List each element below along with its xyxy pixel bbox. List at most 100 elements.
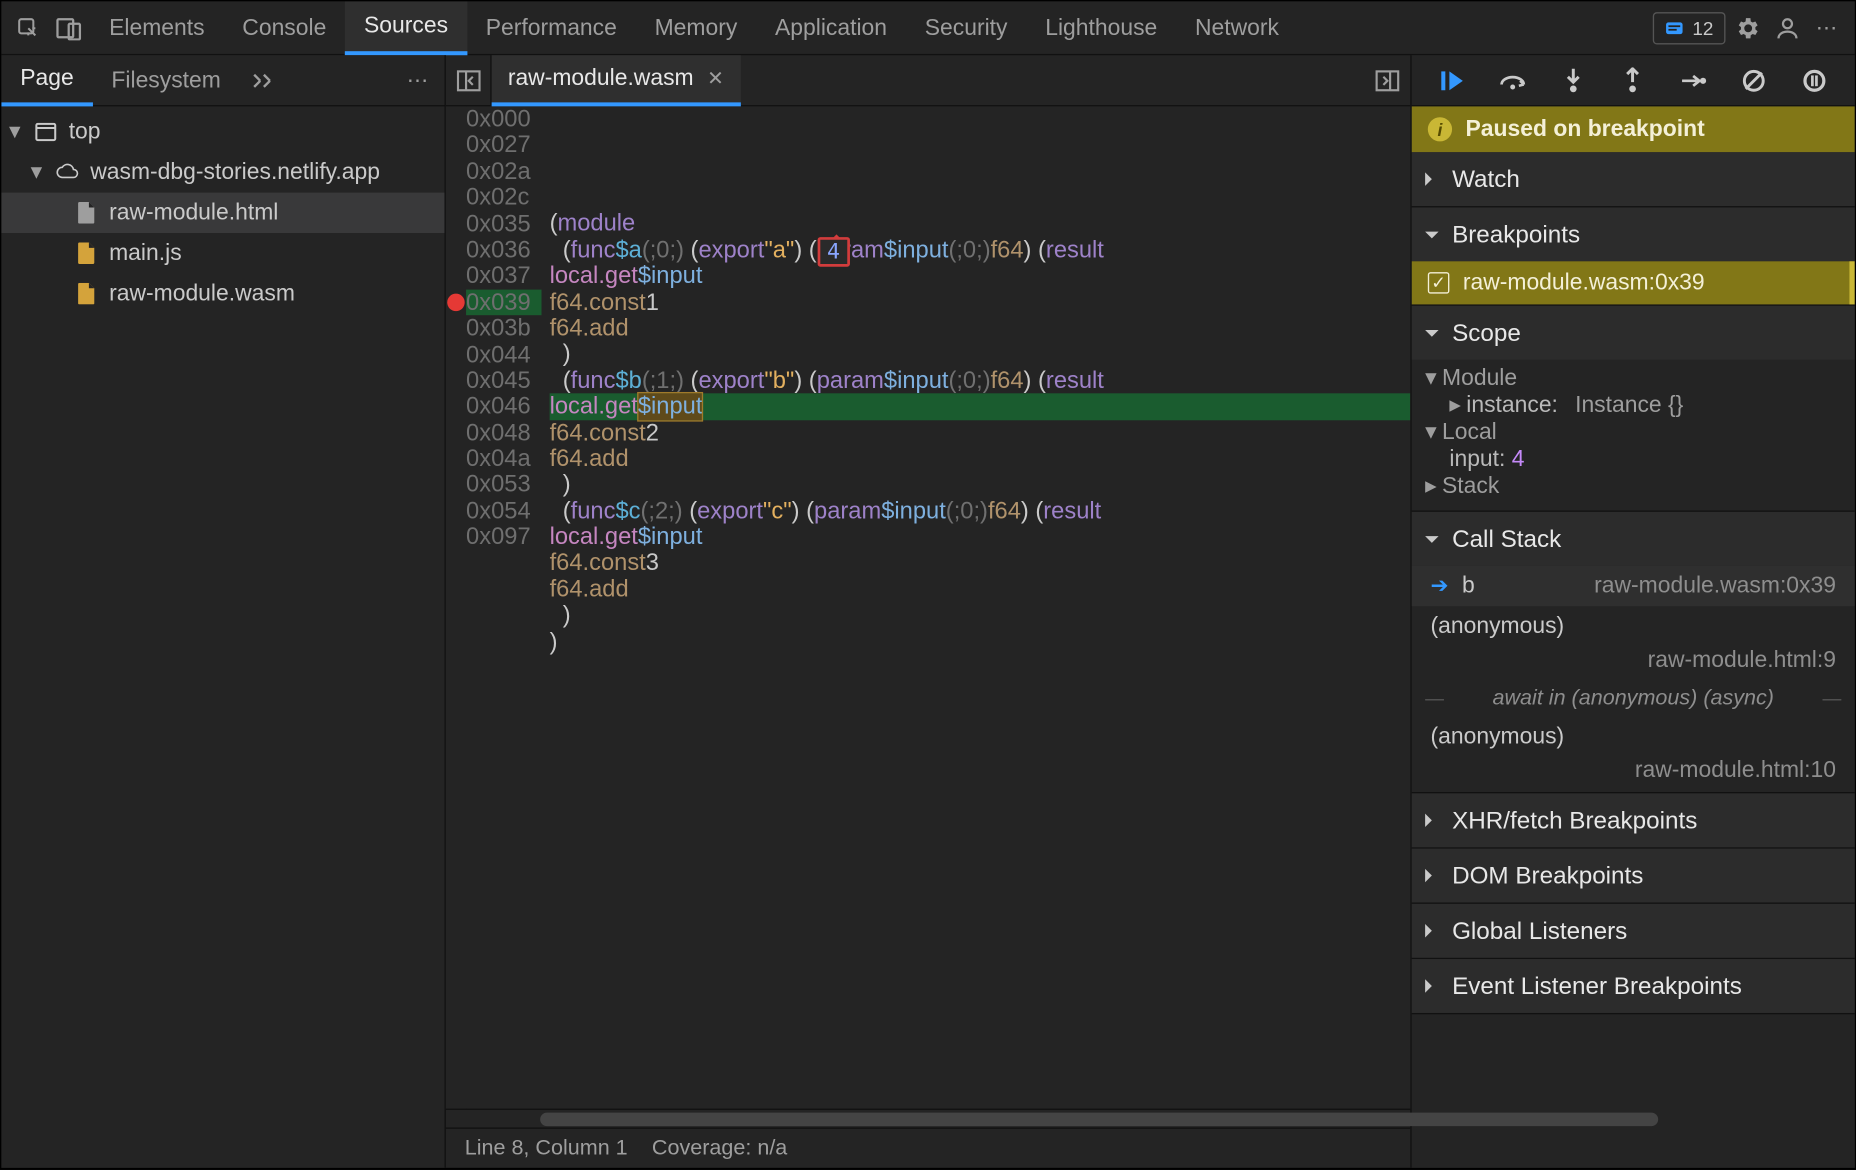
tab-console[interactable]: Console [223,1,345,55]
scope-instance[interactable]: ▸ instance: Instance {} [1425,392,1855,419]
navigator-more-icon[interactable]: ⋯ [393,67,444,94]
tree-file[interactable]: raw-module.html [1,193,444,233]
more-icon[interactable]: ⋯ [1809,9,1847,47]
scope-stack[interactable]: ▸ Stack [1425,473,1855,500]
line-number[interactable]: 0x045 [466,368,541,394]
cursor-position: Line 8, Column 1 [465,1136,628,1160]
editor-tab[interactable]: raw-module.wasm ✕ [492,55,741,106]
line-number[interactable]: 0x027 [466,133,541,159]
code-line[interactable]: f64.const 1 [550,289,1411,315]
tree-domain[interactable]: ▾ wasm-dbg-stories.netlify.app [1,152,444,192]
line-number[interactable]: 0x048 [466,420,541,446]
toggle-navigator-icon[interactable] [446,55,492,106]
callstack-location: raw-module.html:10 [1412,757,1855,792]
section-global[interactable]: Global Listeners [1412,904,1855,959]
hover-value-tooltip: 4 [818,237,850,266]
section-watch[interactable]: Watch [1412,152,1855,207]
device-toggle-icon[interactable] [50,9,88,47]
line-number[interactable]: 0x097 [466,524,541,550]
line-number[interactable]: 0x03b [466,315,541,341]
tab-network[interactable]: Network [1176,1,1298,55]
line-number[interactable]: 0x000 [466,106,541,132]
code-line[interactable]: local.get $input [550,524,1411,550]
tab-security[interactable]: Security [906,1,1026,55]
gear-icon[interactable] [1728,9,1766,47]
code-editor[interactable]: 0x0000x0270x02a0x02c0x0350x0360x0370x039… [446,106,1410,1108]
code-line[interactable]: (func $b (;1;) (export "b") (param $inpu… [550,367,1411,393]
issues-count: 12 [1692,17,1713,39]
line-number[interactable]: 0x054 [466,498,541,524]
line-number[interactable]: 0x039 [466,289,541,315]
code-line[interactable]: f64.add [550,446,1411,472]
code-line[interactable]: f64.add [550,576,1411,602]
step-into-icon[interactable] [1555,63,1590,98]
line-number[interactable]: 0x04a [466,446,541,472]
checkbox-checked-icon[interactable] [1428,272,1450,294]
scope-local[interactable]: ▾ Local [1425,419,1855,446]
tree-file[interactable]: raw-module.wasm [1,273,444,313]
code-line[interactable]: local.get $input [550,263,1411,289]
tab-sources[interactable]: Sources [345,1,467,55]
tab-memory[interactable]: Memory [636,1,756,55]
code-line[interactable]: (module [550,211,1411,237]
code-line[interactable]: ) [550,472,1411,498]
section-breakpoints[interactable]: Breakpoints raw-module.wasm:0x39 [1412,207,1855,305]
tab-lighthouse[interactable]: Lighthouse [1026,1,1176,55]
section-scope[interactable]: Scope ▾ Module ▸ instance: Instance {} ▾… [1412,306,1855,512]
code-line[interactable]: ) [550,602,1411,628]
issues-pill[interactable]: 12 [1653,11,1725,43]
inspect-icon[interactable] [9,9,47,47]
debugger-pane: i Paused on breakpoint Watch Breakpoints… [1410,55,1855,1168]
tree-top[interactable]: ▾ top [1,112,444,152]
line-number[interactable]: 0x02a [466,159,541,185]
file-tree: ▾ top ▾ wasm-dbg-stories.netlify.app raw… [1,106,444,1167]
breakpoint-row[interactable]: raw-module.wasm:0x39 [1412,261,1855,304]
toggle-debugger-icon[interactable] [1365,55,1411,106]
callstack-frame-current[interactable]: ➔ b raw-module.wasm:0x39 [1412,566,1855,606]
line-number[interactable]: 0x035 [466,211,541,237]
code-line[interactable]: (func $a (;0;) (export "a") (param $inpu… [550,237,1411,263]
scope-var-input[interactable]: input: 4 [1425,446,1855,473]
close-icon[interactable]: ✕ [707,66,724,90]
tab-application[interactable]: Application [756,1,906,55]
code-line[interactable]: f64.add [550,315,1411,341]
step-out-icon[interactable] [1616,63,1651,98]
section-event[interactable]: Event Listener Breakpoints [1412,959,1855,1014]
step-over-icon[interactable] [1495,63,1530,98]
line-number[interactable]: 0x036 [466,237,541,263]
account-icon[interactable] [1769,9,1807,47]
step-icon[interactable] [1676,63,1711,98]
code-line[interactable]: local.get $input [550,393,1411,419]
code-line[interactable]: f64.const 2 [550,420,1411,446]
code-line[interactable]: f64.const 3 [550,550,1411,576]
tree-file[interactable]: main.js [1,233,444,273]
section-dom[interactable]: DOM Breakpoints [1412,849,1855,904]
tab-elements[interactable]: Elements [90,1,223,55]
code-line[interactable]: ) [550,629,1411,655]
overflow-icon[interactable] [250,71,274,90]
deactivate-bp-icon[interactable] [1736,63,1771,98]
resume-icon[interactable] [1435,63,1470,98]
navigator-tab-page[interactable]: Page [1,55,92,106]
breakpoint-marker[interactable] [447,293,465,311]
code-line[interactable]: ) [550,341,1411,367]
callstack-frame[interactable]: (anonymous) [1412,717,1855,757]
line-number[interactable]: 0x037 [466,263,541,289]
horizontal-scrollbar[interactable] [446,1109,1410,1128]
tab-performance[interactable]: Performance [467,1,636,55]
current-frame-icon: ➔ [1431,572,1449,599]
pause-banner: i Paused on breakpoint [1412,106,1855,152]
line-number[interactable]: 0x02c [466,185,541,211]
section-callstack[interactable]: Call Stack ➔ b raw-module.wasm:0x39 (ano… [1412,512,1855,794]
callstack-async-label: await in (anonymous) (async) [1412,682,1855,717]
code-line[interactable]: (func $c (;2;) (export "c") (param $inpu… [550,498,1411,524]
section-xhr[interactable]: XHR/fetch Breakpoints [1412,793,1855,848]
scope-module[interactable]: ▾ Module [1425,365,1855,392]
callstack-location: raw-module.html:9 [1412,647,1855,682]
callstack-frame[interactable]: (anonymous) [1412,606,1855,646]
navigator-tab-filesystem[interactable]: Filesystem [93,55,240,106]
line-number[interactable]: 0x044 [466,341,541,367]
line-number[interactable]: 0x046 [466,394,541,420]
pause-exceptions-icon[interactable] [1796,63,1831,98]
line-number[interactable]: 0x053 [466,472,541,498]
